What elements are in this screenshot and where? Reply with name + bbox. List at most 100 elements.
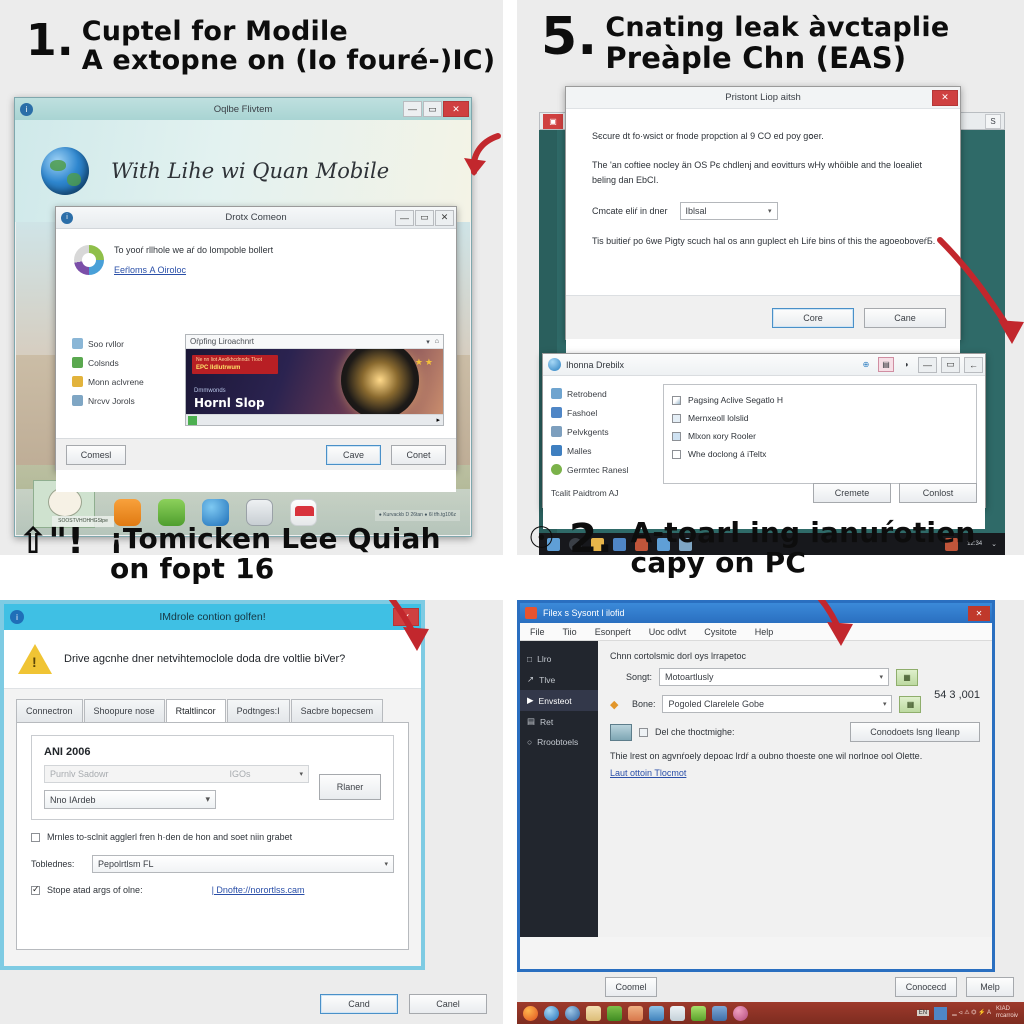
p2-lower-toolbar[interactable]: ⊕ ▤ ◑ — ▭ ← <box>858 357 983 373</box>
tab-connection[interactable]: Connectron <box>16 699 83 722</box>
p2-option-3[interactable]: Whe doclong á iTeltx <box>672 445 968 463</box>
scroll-thumb[interactable] <box>188 416 197 425</box>
p1-left-button[interactable]: Comesl <box>66 445 126 465</box>
lock-icon[interactable] <box>672 414 681 423</box>
minimize-icon[interactable]: — <box>918 357 937 373</box>
chevron-down-icon[interactable]: ▾ <box>426 338 430 346</box>
taskbar-icon-excel[interactable] <box>607 1006 622 1021</box>
tab-shoopure[interactable]: Shoopure nose <box>84 699 165 722</box>
taskbar-icon-app2[interactable] <box>712 1006 727 1021</box>
sidebar-item-tlve[interactable]: ↗ Tlve <box>520 669 598 690</box>
contrast-icon[interactable]: ◑ <box>898 357 914 372</box>
p2-dialog-titlebar[interactable]: Pristont Liop aitsh ✕ <box>566 87 960 109</box>
taskbar-icon-browser2[interactable] <box>565 1006 580 1021</box>
p1-dialog-link[interactable]: Eeŕlomѕ A Oiroloc <box>114 265 186 275</box>
p2-bg-right-icon[interactable]: S <box>985 114 1001 129</box>
p4-link[interactable]: Laut ottoin Tlocmot <box>610 768 686 778</box>
p1-nav-item-0[interactable]: Soo rvllor <box>72 334 176 353</box>
p2-lower-nav[interactable]: Retrobend Fashoel Pelvkgents Malles Germ… <box>551 384 655 484</box>
p4-source-browse-button[interactable]: ▦ <box>896 669 918 686</box>
p2-cancel-button[interactable]: Cane <box>864 308 946 328</box>
p3-dialog[interactable]: i IMdrole contion golfen! ✕ Drive agcnhe… <box>0 600 425 970</box>
p4-window[interactable]: Filex ѕ Sysont l ilofid ✕ File Tiio Eѕon… <box>517 600 995 972</box>
p2-footer-button-1[interactable]: Cremete <box>813 483 891 503</box>
p2-nav-item-1[interactable]: Fashoel <box>551 403 655 422</box>
close-icon[interactable]: ✕ <box>968 606 990 621</box>
p2-license-dialog[interactable]: Pristont Liop aitsh ✕ Sєcure dt fo·wsict… <box>565 86 961 340</box>
p4-connect-button[interactable]: Conocecd <box>895 977 957 997</box>
p1-preview-panel[interactable]: Oŕpfing Liroachnrt ▾ ⌂ Ne nn liot Aeolkh… <box>185 334 444 426</box>
close-icon[interactable]: ✕ <box>393 608 419 626</box>
p2-dialog-controls[interactable]: ✕ <box>932 90 958 106</box>
p1-ok-button[interactable]: Cave <box>326 445 381 465</box>
taskbar-icon-mail[interactable] <box>691 1006 706 1021</box>
p2-options-list[interactable]: Pagsing Aclive Segatlo H Mernxeoll lolsl… <box>663 384 977 484</box>
p1-dialog-controls[interactable]: — ▭ ✕ <box>395 210 454 226</box>
p1-cancel-button[interactable]: Conet <box>391 445 446 465</box>
home-icon[interactable]: ⌂ <box>435 338 439 345</box>
menu-file[interactable]: File <box>530 627 545 637</box>
taskbar-icon-firefox[interactable] <box>523 1006 538 1021</box>
p3-combo-row[interactable]: Tobledпes: Pepolrtlsm FL ▾ <box>31 855 394 873</box>
p2-option-0[interactable]: Pagsing Aclive Segatlo H <box>672 391 968 409</box>
tray-icon-network[interactable] <box>934 1007 947 1020</box>
menu-uoc-odlvt[interactable]: Uoc odlvt <box>649 627 687 637</box>
refresh-icon[interactable] <box>672 432 681 441</box>
close-icon[interactable]: ▣ <box>543 114 563 129</box>
p2-nav-item-0[interactable]: Retrobend <box>551 384 655 403</box>
p4-menubar[interactable]: File Tiio Eѕonpeŕt Uoc odlvt Cyѕitote He… <box>520 623 992 641</box>
sidebar-item-llro[interactable]: □ Llro <box>520 649 598 669</box>
p4-right-button[interactable]: Conodoets lsng Ileanp <box>850 722 980 742</box>
maximize-icon[interactable]: ▭ <box>423 101 442 117</box>
scroll-right-icon[interactable]: ▸ <box>436 416 443 424</box>
p2-nav-item-4[interactable]: Germtec Ranesl <box>551 460 655 479</box>
checkbox-icon[interactable] <box>31 833 40 842</box>
p4-sidebar[interactable]: □ Llro ↗ Tlve ▶ Envsteot ▤ Ret ○ Rroobto… <box>520 641 598 937</box>
close-icon[interactable]: ✕ <box>443 101 469 117</box>
maximize-icon[interactable]: ▭ <box>415 210 434 226</box>
minimize-icon[interactable]: — <box>403 101 422 117</box>
taskbar-icon-files[interactable] <box>670 1006 685 1021</box>
p2-option-2[interactable]: Mlxon кory Rooler <box>672 427 968 445</box>
menu-export[interactable]: Eѕonpeŕt <box>595 627 631 637</box>
p1-nav-item-3[interactable]: Nrcvv Jorols <box>72 391 176 410</box>
menu-tiio[interactable]: Tiio <box>563 627 577 637</box>
menu-cyritote[interactable]: Cyѕitote <box>704 627 737 637</box>
minimize-icon[interactable]: — <box>395 210 414 226</box>
p3-link[interactable]: | Dnofte://norortlss.cam <box>212 885 305 895</box>
p1-nav-item-2[interactable]: Monn aclvrene <box>72 372 176 391</box>
p3-titlebar[interactable]: i IMdrole contion golfen! ✕ <box>4 604 421 630</box>
p1-nav-item-1[interactable]: Colsnds <box>72 353 176 372</box>
checkbox-icon[interactable] <box>639 728 648 737</box>
p3-side-button[interactable]: Rlaner <box>319 774 381 800</box>
tray-icon-volume[interactable]: ▁ ⏿ ⚠ ⏣ ⚡ A <box>952 1009 991 1017</box>
p3-ok-button[interactable]: Cand <box>320 994 398 1014</box>
tab-sacbre[interactable]: Sacbre bopecsem <box>291 699 384 722</box>
folder-icon[interactable] <box>586 1006 601 1021</box>
menu-help[interactable]: Help <box>755 627 774 637</box>
p3-model-select[interactable]: Nno IArdeb ▾ <box>44 790 216 809</box>
checkbox-mixed-icon[interactable] <box>672 396 681 405</box>
p2-footer-button-2[interactable]: Conlost <box>899 483 977 503</box>
p3-window-controls[interactable]: ✕ <box>393 608 419 626</box>
p2-option-1[interactable]: Mernxeoll lolslid <box>672 409 968 427</box>
p3-cancel-button[interactable]: Canel <box>409 994 487 1014</box>
p3-tab-strip[interactable]: Connectron Shoopure nose Rtaltlincor Pod… <box>4 689 421 722</box>
tab-podtnges[interactable]: Podtngeѕ:І <box>227 699 290 722</box>
grid-icon[interactable]: ▤ <box>878 357 894 372</box>
p3-check-row-2[interactable]: Stope atad argѕ of olne: | Dnofte://noro… <box>31 885 394 895</box>
taskbar-icon-explorer[interactable] <box>544 1006 559 1021</box>
p1-dialog-titlebar[interactable]: i Drotx Comeon — ▭ ✕ <box>56 207 456 229</box>
p3-combo-select[interactable]: Pepolrtlsm FL ▾ <box>92 855 394 873</box>
p4-taskbar[interactable]: EN ▁ ⏿ ⚠ ⏣ ⚡ A KIAD rrcarroiv <box>517 1002 1024 1024</box>
restore-icon[interactable]: ← <box>964 357 983 373</box>
sidebar-item-rroobtoels[interactable]: ○ Rroobtoels <box>520 732 598 752</box>
maximize-icon[interactable]: ▭ <box>941 357 960 373</box>
p2-lower-titlebar[interactable]: Ihonna Drebilx ⊕ ▤ ◑ — ▭ ← <box>543 354 985 376</box>
p4-titlebar[interactable]: Filex ѕ Sysont l ilofid ✕ <box>520 603 992 623</box>
p2-language-select[interactable]: Iblsal ▾ <box>680 202 778 220</box>
taskbar-icon-player[interactable] <box>649 1006 664 1021</box>
p2-nav-item-2[interactable]: Pelvkgents <box>551 422 655 441</box>
close-icon[interactable]: ✕ <box>435 210 454 226</box>
p1-preview-bar[interactable]: Oŕpfing Liroachnrt ▾ ⌂ <box>186 335 443 349</box>
